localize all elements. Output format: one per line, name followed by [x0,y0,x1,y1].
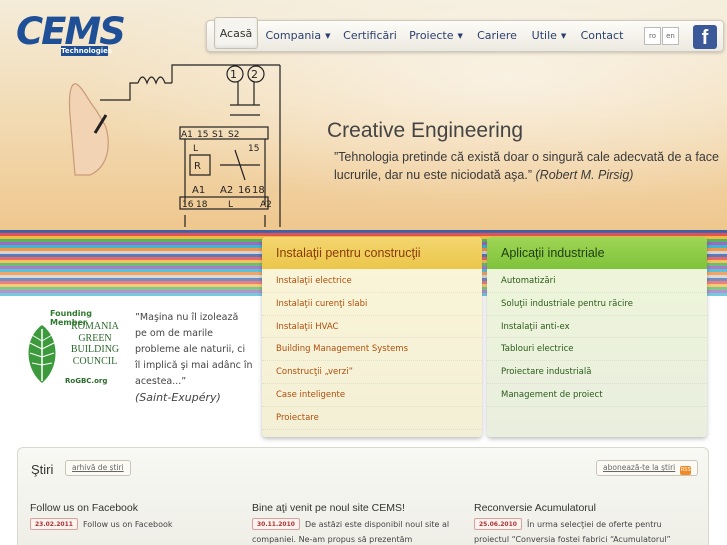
nav-contact[interactable]: Contact [579,21,625,51]
panel-link[interactable]: Soluţii industriale pentru răcire [487,293,707,316]
logo-text: CEMS [16,10,126,53]
rogbc-badge[interactable]: Founding Member ROMANIA GREEN BUILDING C… [20,309,124,391]
nav-label: Proiecte [409,29,454,42]
panel-link[interactable]: Building Management Systems [262,338,482,362]
panel-link[interactable]: Construcţii „verzi” [262,361,482,384]
gbc-url: RoGBC.org [65,377,108,385]
panel-link[interactable]: Tablouri electrice [487,338,707,362]
sketch-label: L [228,200,233,210]
news-item: Follow us on Facebook 23.02.2011 Follow u… [30,502,245,532]
nav-certificari[interactable]: Certificări [338,21,402,51]
lang-ro[interactable]: ro [644,27,661,45]
news-item: Reconversie Acumulatorul 25.06.2010 În ur… [474,502,689,545]
sketch-label: A1 [181,130,193,140]
saint-exupery-quote: ”Maşina nu îl izolează pe om de marile p… [135,310,253,406]
news-title: Ştiri [31,462,54,477]
nav-label: Acasă [219,27,253,40]
panel-link[interactable]: Automatizări [487,270,707,293]
sketch-label: 16 [182,200,194,210]
nav-compania[interactable]: Compania ▼ [263,21,333,51]
nav-proiecte[interactable]: Proiecte ▼ [405,21,467,51]
sketch-label: A2 [220,185,233,196]
lang-en[interactable]: en [662,27,679,45]
sketch-label: A1 [192,185,205,196]
news-date: 23.02.2011 [30,518,78,530]
gbc-line: GREEN [78,332,112,344]
hero-title: Creative Engineering [327,119,524,142]
chevron-down-icon: ▼ [560,32,567,40]
panel-constructii: Instalaţii pentru construcţii Instalaţii… [262,237,482,437]
news-item: Bine aţi venit pe noul site CEMS! 30.11.… [252,502,467,545]
panel-link[interactable]: Instalaţii anti-ex [487,316,707,339]
sketch-label: 16 [238,185,251,196]
logo-subtitle: Technologies [61,46,113,56]
nav-cariere[interactable]: Cariere [472,21,522,51]
panel-industriale: Aplicaţii industriale Automatizări Soluţ… [487,237,707,437]
gbc-line: ROMANIA [71,321,119,332]
news-item-text: Follow us on Facebook [82,520,173,529]
sketch-label: 2 [251,68,258,81]
news-date: 25.06.2010 [474,518,522,530]
nav-label: Contact [580,29,624,42]
sketch-label: S1 [212,130,223,140]
panel-link[interactable]: Instalaţii HVAC [262,316,482,339]
news-item-title[interactable]: Reconversie Acumulatorul [474,502,689,514]
hero-quote-text: ”Tehnologia pretinde că există doar o si… [334,150,719,182]
subscribe-button[interactable]: abonează-te la ştiri RSS [596,460,699,476]
gbc-org-name: ROMANIA GREEN BUILDING COUNCIL [65,321,125,367]
panel-link[interactable]: Proiectare industrială [487,361,707,384]
nav-label: Cariere [477,29,517,42]
panel-link[interactable]: Instalaţii curenţi slabi [262,293,482,316]
nav-label: Certificări [343,29,397,42]
sketch-label: S2 [228,130,239,140]
quote-author: (Saint-Exupéry) [135,391,221,404]
panel-link[interactable]: Proiectare [262,407,482,430]
news-section: Ştiri arhivă de ştiri abonează-te la şti… [17,447,709,545]
panel-title[interactable]: Aplicaţii industriale [487,237,707,269]
nav-utile[interactable]: Utile ▼ [526,21,572,51]
hero-quote-author: (Robert M. Pirsig) [535,168,634,182]
sketch-label: 18 [196,200,208,210]
news-item-title[interactable]: Follow us on Facebook [30,502,245,514]
panel-link[interactable]: Management de proiect [487,384,707,407]
nav-acasa[interactable]: Acasă [214,17,258,49]
sketch-label: 1 [230,68,237,81]
quote-text: ”Maşina nu îl izolează pe om de marile p… [135,312,253,387]
sketch-label: 18 [252,185,265,196]
facebook-icon[interactable]: f [693,25,717,49]
gbc-line: BUILDING [70,344,120,355]
news-archive-button[interactable]: arhivă de ştiri [65,460,131,476]
panel-link[interactable]: Instalaţii electrice [262,270,482,293]
gbc-line: COUNCIL [72,355,118,367]
chevron-down-icon: ▼ [457,32,463,40]
sketch-label: R [194,161,201,172]
panel-title[interactable]: Instalaţii pentru construcţii [262,237,482,269]
chevron-down-icon: ▼ [325,32,331,40]
nav-label: Compania [265,29,322,42]
circuit-sketch: 1 2 A1 15 S1 S2 L 15 R A1 A2 16 18 16 18… [68,64,281,227]
sketch-label: L [193,144,198,154]
sketch-label: 15 [197,130,208,140]
news-date: 30.11.2010 [252,518,300,530]
leaf-icon [28,325,56,383]
subscribe-label: abonează-te la ştiri [603,463,676,472]
sketch-label: A2 [260,200,272,210]
nav-label: Utile [531,29,557,42]
panel-link[interactable]: Case inteligente [262,384,482,407]
language-switcher: ro en [644,27,680,45]
sketch-label: 15 [248,144,259,154]
cems-logo[interactable]: CEMS Technologies [16,10,126,58]
news-item-title[interactable]: Bine aţi venit pe noul site CEMS! [252,502,467,514]
rss-icon: RSS [680,466,692,475]
hero-quote: ”Tehnologia pretinde că există doar o si… [334,148,724,184]
